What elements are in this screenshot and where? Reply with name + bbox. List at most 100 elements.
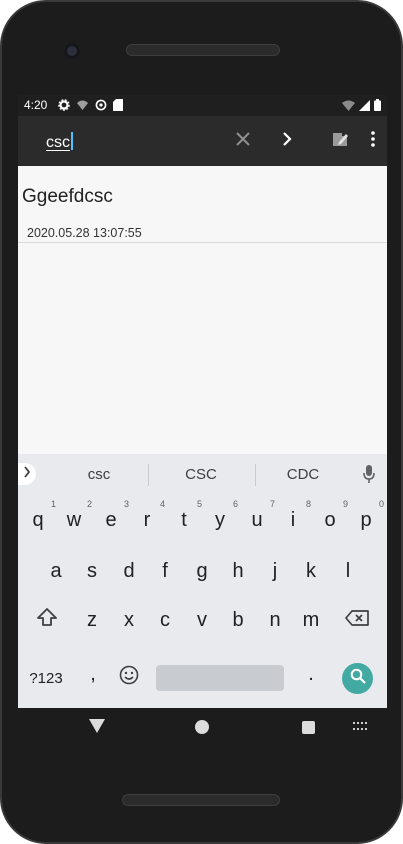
key-y[interactable]: y6 xyxy=(205,499,238,540)
emoji-key[interactable] xyxy=(114,658,144,698)
data-saver-icon xyxy=(95,99,107,114)
key-z[interactable]: z xyxy=(77,600,107,640)
key-n[interactable]: n xyxy=(260,600,290,640)
key-hint: 0 xyxy=(378,499,384,509)
key-m[interactable]: m xyxy=(296,600,326,640)
status-time: 4:20 xyxy=(24,98,48,112)
key-hint: 2 xyxy=(86,499,92,509)
phone-frame: 4:20 csc Ggeefdcsc 2020.05.28 13:07:55 c… xyxy=(0,0,403,844)
edit-note-icon xyxy=(331,130,349,153)
expand-suggestions-button[interactable] xyxy=(18,463,36,485)
key-hint: 4 xyxy=(159,499,165,509)
mic-icon xyxy=(363,465,375,487)
home-icon[interactable] xyxy=(195,720,209,734)
key-u[interactable]: u7 xyxy=(242,499,275,540)
key-period[interactable]: . xyxy=(296,654,326,694)
key-b[interactable]: b xyxy=(223,600,253,640)
key-a[interactable]: a xyxy=(41,551,71,591)
key-label: u xyxy=(251,508,263,531)
chevron-right-icon xyxy=(23,465,31,483)
voice-input-button[interactable] xyxy=(363,465,375,488)
key-label: q xyxy=(32,508,44,531)
screen: 4:20 csc Ggeefdcsc 2020.05.28 13:07:55 c… xyxy=(18,95,387,746)
shift-icon xyxy=(37,608,57,632)
signal-icon xyxy=(359,99,370,114)
key-j[interactable]: j xyxy=(260,551,290,591)
key-l[interactable]: l xyxy=(333,551,363,591)
key-label: p xyxy=(360,508,372,531)
key-label: i xyxy=(290,508,296,531)
space-bar[interactable] xyxy=(156,665,284,691)
search-query-text: csc xyxy=(46,134,70,151)
close-icon xyxy=(236,131,250,151)
bottom-speaker xyxy=(122,794,280,806)
suggestion-2[interactable]: CSC xyxy=(156,466,246,483)
key-hint: 5 xyxy=(196,499,202,509)
key-s[interactable]: s xyxy=(77,551,107,591)
key-c[interactable]: c xyxy=(150,600,180,640)
key-k[interactable]: k xyxy=(296,551,326,591)
key-x[interactable]: x xyxy=(114,600,144,640)
wifi-icon xyxy=(342,100,355,114)
suggestion-strip: csc CSC CDC xyxy=(18,454,387,494)
backspace-icon xyxy=(345,609,369,632)
clear-search-button[interactable] xyxy=(231,129,255,153)
front-camera xyxy=(64,43,80,59)
key-t[interactable]: t5 xyxy=(169,499,202,540)
recents-icon[interactable] xyxy=(302,721,315,734)
key-p[interactable]: p0 xyxy=(351,499,384,540)
divider xyxy=(18,242,387,243)
battery-icon xyxy=(374,99,381,114)
key-r[interactable]: r4 xyxy=(132,499,165,540)
key-hint: 1 xyxy=(50,499,56,509)
key-w[interactable]: w2 xyxy=(59,499,92,540)
suggestion-divider xyxy=(255,464,256,486)
key-e[interactable]: e3 xyxy=(96,499,129,540)
shift-key[interactable] xyxy=(32,600,62,640)
earpiece-speaker xyxy=(126,44,280,56)
search-action-key[interactable] xyxy=(342,663,373,694)
search-app-bar: csc xyxy=(18,116,387,166)
key-v[interactable]: v xyxy=(187,600,217,640)
key-label: e xyxy=(105,508,117,531)
key-label: t xyxy=(181,508,187,531)
soft-keyboard: csc CSC CDC q1 w2 e3 r4 t5 y6 u7 i8 o9 p… xyxy=(18,454,387,708)
back-icon[interactable] xyxy=(89,719,105,733)
system-nav-bar xyxy=(18,708,387,746)
chevron-right-icon xyxy=(282,131,292,151)
suggestion-3[interactable]: CDC xyxy=(258,466,348,483)
text-cursor xyxy=(71,132,73,150)
search-input[interactable]: csc xyxy=(46,132,73,152)
key-label: r xyxy=(143,508,151,531)
backspace-key[interactable] xyxy=(342,600,372,640)
symbols-key[interactable]: ?123 xyxy=(26,658,66,698)
key-g[interactable]: g xyxy=(187,551,217,591)
overflow-menu-button[interactable] xyxy=(361,129,385,153)
edit-note-button[interactable] xyxy=(328,129,352,153)
key-f[interactable]: f xyxy=(150,551,180,591)
suggestion-divider xyxy=(148,464,149,486)
keyboard-switch-icon[interactable] xyxy=(353,722,367,732)
suggestion-1[interactable]: csc xyxy=(54,466,144,483)
settings-icon xyxy=(58,99,70,114)
key-q[interactable]: q1 xyxy=(23,499,56,540)
note-content: Ggeefdcsc 2020.05.28 13:07:55 xyxy=(18,166,387,454)
key-hint: 7 xyxy=(269,499,275,509)
emoji-icon xyxy=(119,665,139,691)
next-result-button[interactable] xyxy=(275,129,299,153)
key-label: y xyxy=(215,508,225,531)
key-label: w xyxy=(66,508,82,531)
key-o[interactable]: o9 xyxy=(315,499,348,540)
sd-card-icon xyxy=(113,99,123,114)
note-title[interactable]: Ggeefdcsc xyxy=(22,186,113,208)
wifi-question-icon xyxy=(76,99,89,114)
key-comma[interactable]: , xyxy=(78,654,108,694)
key-h[interactable]: h xyxy=(223,551,253,591)
key-hint: 6 xyxy=(232,499,238,509)
key-i[interactable]: i8 xyxy=(278,499,311,540)
key-hint: 8 xyxy=(305,499,311,509)
key-hint: 9 xyxy=(342,499,348,509)
key-d[interactable]: d xyxy=(114,551,144,591)
key-hint: 3 xyxy=(123,499,129,509)
key-label: o xyxy=(324,508,336,531)
